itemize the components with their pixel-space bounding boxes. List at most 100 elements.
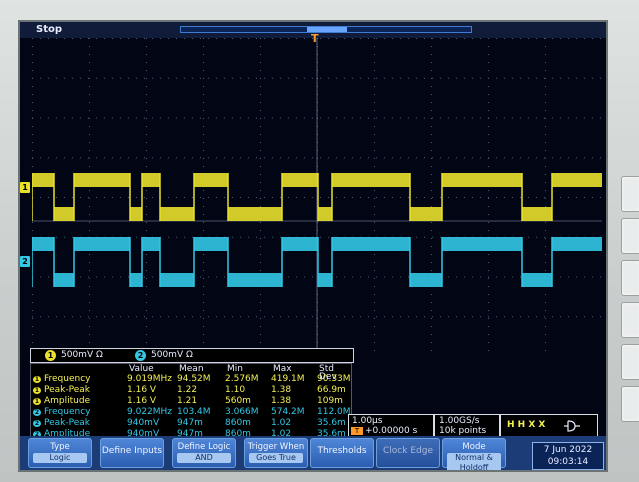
- menu-button-value: Goes True: [249, 453, 303, 463]
- waveform-edge: [159, 237, 161, 287]
- waveform-edge: [32, 173, 33, 221]
- menu-button-trigger-when[interactable]: Trigger When Goes True: [244, 438, 308, 468]
- waveform-edge: [331, 237, 333, 287]
- waveform-edge: [141, 237, 143, 287]
- waveform-edge: [521, 173, 523, 221]
- waveform-edge: [409, 237, 411, 287]
- waveform-edge: [129, 173, 131, 221]
- waveform-edge: [317, 173, 319, 221]
- oscilloscope-bezel: Stop T 1 2 1 500mV Ω 2 500mV Ω Value Mea…: [0, 0, 639, 482]
- channel-scale-bar: 1 500mV Ω 2 500mV Ω: [30, 348, 354, 363]
- waveform-segment: [54, 273, 74, 287]
- waveform-segment: [160, 273, 194, 287]
- waveform-segment: [142, 173, 160, 187]
- trigger-readout[interactable]: H H X X: [500, 414, 598, 438]
- col-header-min: Min: [227, 364, 243, 374]
- measurement-mean: 947m: [177, 418, 203, 428]
- channel-2-waveform: [32, 237, 602, 287]
- horizontal-timebase-readout[interactable]: 1.00µs T +0.00000 s: [348, 414, 434, 438]
- waveform-edge: [193, 237, 195, 287]
- date-readout: 7 Jun 2022: [543, 445, 593, 455]
- menu-button-value: Normal & Holdoff: [447, 453, 501, 470]
- menu-button-type[interactable]: Type Logic: [28, 438, 92, 468]
- menu-button-label: Define Inputs: [101, 446, 163, 456]
- side-button-column: [617, 0, 639, 482]
- measurement-table: Value Mean Min Max Std Dev 1 Frequency 9.0…: [30, 363, 352, 441]
- side-button-2[interactable]: [621, 218, 639, 254]
- menu-button-define-logic[interactable]: Define Logic AND: [172, 438, 236, 468]
- measurement-max: 1.38: [271, 396, 292, 406]
- menu-button-label: Clock Edge: [383, 446, 433, 456]
- measurement-std: 109m: [317, 396, 343, 406]
- waveform-segment: [318, 207, 332, 221]
- waveform-segment: [552, 237, 602, 251]
- side-button-1[interactable]: [621, 176, 639, 212]
- waveform-segment: [194, 173, 228, 187]
- waveform-edge: [281, 173, 283, 221]
- measurement-channel-badge: 1: [33, 398, 41, 405]
- waveform-segment: [130, 207, 142, 221]
- side-button-4[interactable]: [621, 302, 639, 338]
- menu-button-label: Type: [50, 442, 70, 452]
- waveform-segment: [160, 207, 194, 221]
- date-time-readout: 7 Jun 2022 09:03:14: [532, 442, 604, 470]
- timebase-scale: 1.00µs: [352, 416, 383, 426]
- waveform-segment: [194, 237, 228, 251]
- waveform-segment: [522, 207, 552, 221]
- measurement-name: Peak-Peak: [44, 385, 90, 395]
- waveform-segment: [282, 173, 318, 187]
- measurement-std: 90.33M: [317, 374, 351, 384]
- measurement-value: 9.019MHz: [127, 374, 173, 384]
- waveform-segment: [522, 273, 552, 287]
- sample-rate: 1.00GS/s: [439, 416, 480, 426]
- waveform-edge: [281, 237, 283, 287]
- waveform-segment: [442, 237, 522, 251]
- waveform-edge: [73, 237, 75, 287]
- waveform-segment: [228, 207, 282, 221]
- menu-button-value: Logic: [33, 453, 87, 463]
- measurement-channel-badge: 1: [33, 376, 41, 383]
- side-button-5[interactable]: [621, 344, 639, 380]
- measurement-row: 2 Peak-Peak 940mV 947m 860m 1.02 35.6m: [31, 418, 351, 428]
- measurement-channel-badge: 1: [33, 387, 41, 394]
- measurement-name: Amplitude: [44, 396, 91, 406]
- menu-button-clock-edge[interactable]: Clock Edge: [376, 438, 440, 468]
- col-header-value: Value: [129, 364, 154, 374]
- waveform-segment: [318, 273, 332, 287]
- channel-1-scale: 500mV Ω: [61, 350, 103, 360]
- measurement-mean: 94.52M: [177, 374, 211, 384]
- menu-button-thresholds[interactable]: Thresholds: [310, 438, 374, 468]
- measurement-max: 1.38: [271, 385, 292, 395]
- measurement-min: 860m: [225, 418, 251, 428]
- menu-button-mode[interactable]: Mode Normal & Holdoff: [442, 438, 506, 470]
- measurement-name: Peak-Peak: [44, 418, 90, 428]
- col-header-max: Max: [273, 364, 292, 374]
- menu-button-value: AND: [177, 453, 231, 463]
- channel-2-badge[interactable]: 2: [135, 350, 146, 361]
- measurement-mean: 1.21: [177, 396, 198, 406]
- waveform-segment: [130, 273, 142, 287]
- side-button-6[interactable]: [621, 386, 639, 422]
- scope-screen: Stop T 1 2 1 500mV Ω 2 500mV Ω Value Mea…: [18, 20, 608, 472]
- menu-button-define-inputs[interactable]: Define Inputs: [100, 438, 164, 468]
- timebase-position: +0.00000 s: [365, 426, 418, 436]
- waveform-edge: [317, 237, 319, 287]
- waveform-segment: [332, 237, 410, 251]
- measurement-name: Frequency: [44, 374, 91, 384]
- waveform-segment: [552, 173, 602, 187]
- waveform-edge: [53, 173, 55, 221]
- measurement-std: 35.6m: [317, 418, 346, 428]
- acquisition-readout[interactable]: 1.00GS/s 10k points: [434, 414, 500, 438]
- channel-2-scale: 500mV Ω: [151, 350, 193, 360]
- measurement-row: 1 Frequency 9.019MHz 94.52M 2.576M 419.1M 90.3…: [31, 374, 351, 384]
- side-button-3[interactable]: [621, 260, 639, 296]
- measurement-value: 1.16 V: [127, 385, 157, 395]
- channel-2-ground-marker: 2: [20, 256, 30, 267]
- waveform-segment: [410, 273, 442, 287]
- waveform-edge: [159, 173, 161, 221]
- waveform-edge: [129, 237, 131, 287]
- measurement-std: 112.0M: [317, 407, 351, 417]
- measurement-value: 9.022MHz: [127, 407, 173, 417]
- channel-1-badge[interactable]: 1: [45, 350, 56, 361]
- measurement-max: 574.2M: [271, 407, 305, 417]
